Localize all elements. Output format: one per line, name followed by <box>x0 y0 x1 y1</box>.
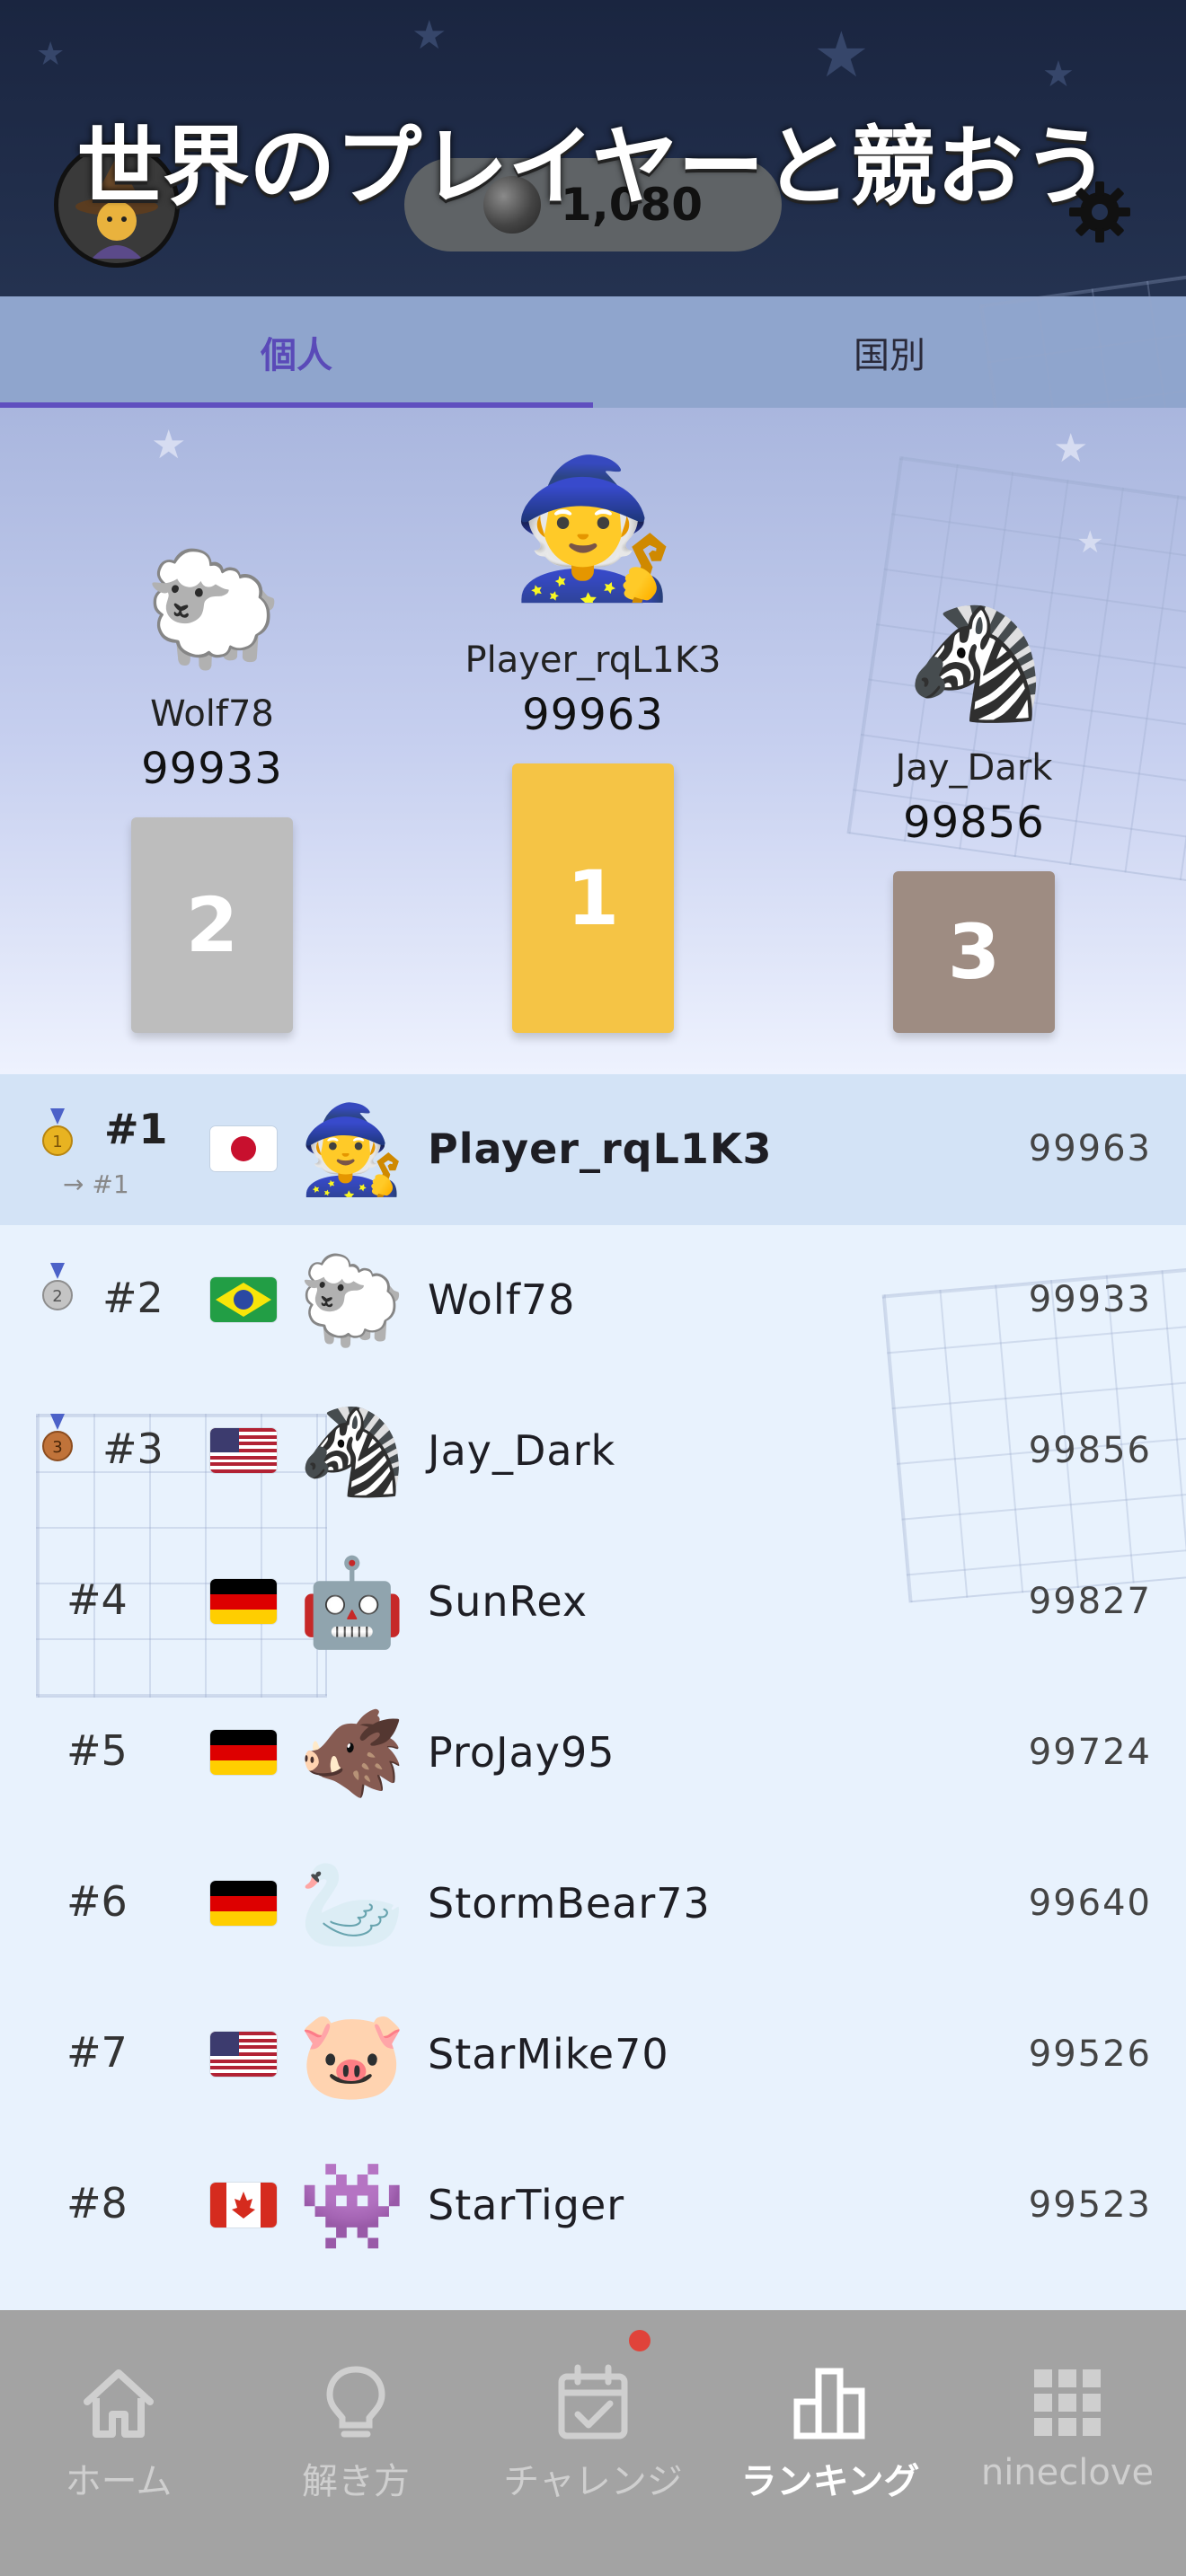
bottom-navigation: ホーム 解き方 チャレンジ ランキング nineclove <box>0 2310 1186 2576</box>
nav-nineclove[interactable]: nineclove <box>949 2346 1186 2544</box>
page-title: 世界のプレイヤーと競おう <box>76 117 1110 217</box>
nav-home-label: ホーム <box>65 2461 173 2502</box>
user-avatar: 🐷 <box>298 2005 406 2105</box>
podium-third-name: Jay_Dark <box>895 747 1053 789</box>
star-decoration: ★ <box>151 422 187 468</box>
user-name: StormBear73 <box>428 1879 711 1928</box>
user-score: 99963 <box>1028 1128 1152 1169</box>
user-name: StarTiger <box>428 2181 625 2229</box>
user-avatar: 🧙 <box>298 1099 406 1200</box>
nav-howto-label: 解き方 <box>302 2461 410 2502</box>
rank-label: #3 <box>102 1425 164 1473</box>
star-decoration: ★ <box>36 36 66 73</box>
list-item[interactable]: #8 👾 StarTiger 99523 <box>0 2130 1186 2281</box>
home-icon <box>84 2369 154 2438</box>
user-score: 99724 <box>1028 1732 1152 1773</box>
user-name: StarMike70 <box>428 2030 669 2078</box>
gear-icon[interactable] <box>1067 180 1132 244</box>
svg-text:1: 1 <box>52 1133 62 1151</box>
podium-third-score: 99856 <box>903 798 1045 848</box>
rank-label: #2 <box>102 1274 164 1322</box>
user-name: ProJay95 <box>428 1728 615 1777</box>
list-item[interactable]: 3 #3 🦓 Jay_Dark 99856 <box>0 1376 1186 1527</box>
star-decoration: ★ <box>412 13 447 58</box>
star-decoration: ★ <box>1053 426 1089 472</box>
ranking-tabs: 個人 国別 <box>0 271 1186 451</box>
nav-challenge[interactable]: チャレンジ <box>474 2346 712 2544</box>
star-decoration: ★ <box>1042 54 1075 95</box>
podium-second-avatar: 🐑 <box>144 545 284 675</box>
podium-second-block: 2 <box>131 817 293 1033</box>
nav-challenge-label: チャレンジ <box>503 2461 683 2502</box>
rank-label: #4 <box>66 1575 128 1624</box>
podium-third-avatar: 🦓 <box>906 599 1046 728</box>
tab-country[interactable]: 国別 <box>593 296 1186 408</box>
podium-first-name: Player_rqL1K3 <box>465 640 721 681</box>
silver-medal-icon: 2 <box>42 1263 73 1310</box>
bronze-medal-icon: 3 <box>42 1414 73 1461</box>
notification-badge <box>629 2330 651 2351</box>
user-avatar: 🐗 <box>298 1703 406 1804</box>
nav-ranking-label: ランキング <box>740 2461 920 2502</box>
rank-label: #7 <box>66 2028 128 2077</box>
nav-howto[interactable]: 解き方 <box>237 2346 474 2544</box>
list-item[interactable]: 2 #2 🐑 Wolf78 99933 <box>0 1225 1186 1376</box>
rank-label: #6 <box>66 1877 128 1926</box>
lightbulb-icon <box>326 2366 385 2438</box>
user-avatar: 🐑 <box>298 1250 406 1351</box>
list-item[interactable]: #4 🤖 SunRex 99827 <box>0 1527 1186 1678</box>
list-item[interactable]: #6 🦢 StormBear73 99640 <box>0 1829 1186 1980</box>
user-name: Wolf78 <box>428 1275 576 1324</box>
nav-home[interactable]: ホーム <box>0 2346 237 2544</box>
list-item-current-user[interactable]: 1 #1 → #1 🧙 Player_rqL1K3 99963 <box>0 1074 1186 1225</box>
user-name: Player_rqL1K3 <box>428 1125 773 1173</box>
podium-first-score: 99963 <box>522 690 664 740</box>
user-name: SunRex <box>428 1577 589 1626</box>
user-score: 99827 <box>1028 1581 1152 1622</box>
flag-de-icon <box>210 1881 277 1926</box>
svg-text:3: 3 <box>52 1438 62 1457</box>
flag-ca-icon <box>210 2183 277 2228</box>
podium-first-avatar: 🧙 <box>509 451 677 607</box>
flag-de-icon <box>210 1579 277 1624</box>
podium-second-name: Wolf78 <box>150 693 274 735</box>
svg-text:2: 2 <box>52 1287 62 1306</box>
flag-us-icon <box>210 2032 277 2077</box>
rank-label: #5 <box>66 1726 128 1775</box>
nav-ranking[interactable]: ランキング <box>712 2346 949 2544</box>
user-avatar: 🦢 <box>298 1854 406 1954</box>
user-avatar: 👾 <box>298 2156 406 2256</box>
grid-icon <box>1034 2369 1101 2436</box>
podium-third-block: 3 <box>893 871 1055 1033</box>
list-item[interactable]: #7 🐷 StarMike70 99526 <box>0 1980 1186 2130</box>
user-avatar: 🦓 <box>298 1401 406 1502</box>
flag-br-icon <box>210 1277 277 1322</box>
app-header: ★ ★ ★ ★ 1,080 世界のプレイヤーと競おう <box>0 0 1186 296</box>
leaderboard-list: 1 #1 → #1 🧙 Player_rqL1K3 99963 2 #2 🐑 W… <box>0 1074 1186 2310</box>
podium-section: ★ ★ ★ 🐑 Wolf78 99933 2 🧙 Player_rqL1K3 9… <box>0 408 1186 1074</box>
user-score: 99933 <box>1028 1279 1152 1320</box>
gold-medal-icon: 1 <box>42 1108 73 1156</box>
user-score: 99526 <box>1028 2033 1152 2075</box>
bar-chart-icon <box>793 2368 865 2439</box>
previous-rank: → #1 <box>63 1169 129 1199</box>
star-decoration: ★ <box>1076 525 1104 560</box>
user-name: Jay_Dark <box>428 1426 616 1475</box>
nav-nineclove-label: nineclove <box>980 2452 1155 2493</box>
rank-label: #8 <box>66 2179 128 2228</box>
user-score: 99856 <box>1028 1430 1152 1471</box>
star-decoration: ★ <box>813 18 870 92</box>
podium-first-block: 1 <box>512 763 674 1033</box>
flag-de-icon <box>210 1730 277 1775</box>
list-item[interactable]: #5 🐗 ProJay95 99724 <box>0 1678 1186 1829</box>
tab-individual[interactable]: 個人 <box>0 296 593 408</box>
rank-label: #1 <box>104 1105 168 1153</box>
user-avatar: 🤖 <box>298 1552 406 1653</box>
podium-second-score: 99933 <box>141 744 283 794</box>
flag-jp-icon <box>210 1126 277 1171</box>
calendar-check-icon <box>558 2364 628 2439</box>
user-score: 99523 <box>1028 2184 1152 2226</box>
user-score: 99640 <box>1028 1883 1152 1924</box>
flag-us-icon <box>210 1428 277 1473</box>
